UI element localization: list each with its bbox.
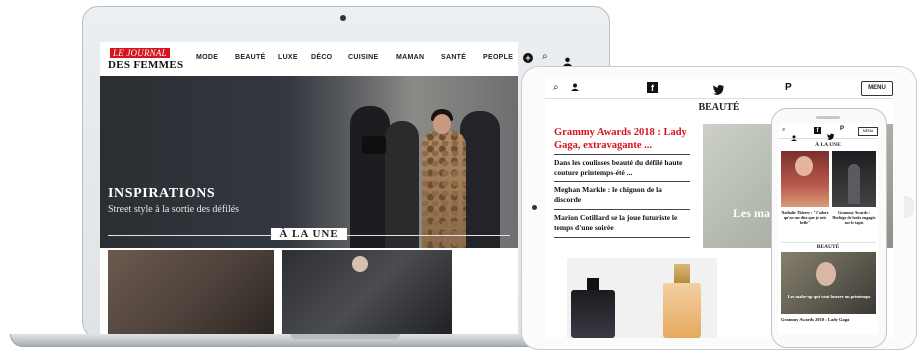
nav-beaute[interactable]: BEAUTÉ xyxy=(235,54,266,61)
phone-article-caption[interactable]: Nathalie Thierry : "J'adore qu'on me dis… xyxy=(781,210,829,225)
pinterest-icon[interactable]: P xyxy=(840,126,844,132)
perfume-bottle-cap xyxy=(674,264,690,284)
hero-photographer-silhouette xyxy=(350,106,390,248)
hero-model-face xyxy=(433,114,451,134)
article-card-image[interactable] xyxy=(108,250,274,336)
twitter-icon[interactable] xyxy=(713,82,725,95)
tablet-camera xyxy=(532,205,537,210)
phone-screen: ⌕ f P MENU À LA UNE Nathalie Thierry : "… xyxy=(778,124,878,334)
laptop-notch xyxy=(290,334,400,339)
tablet-separator xyxy=(554,181,690,182)
laptop-screen: LE JOURNAL DES FEMMES MODE BEAUTÉ LUXE D… xyxy=(100,42,518,336)
user-icon[interactable] xyxy=(563,53,572,66)
menu-button[interactable]: MENU xyxy=(861,81,893,96)
laptop-camera xyxy=(340,15,346,21)
phone-section-title: BEAUTÉ xyxy=(816,244,840,250)
search-icon[interactable]: ⌕ xyxy=(782,127,785,134)
plus-icon[interactable]: + xyxy=(523,53,533,63)
phone-beauty-caption[interactable]: Les make-up qui vont buzzer au printemps xyxy=(786,294,872,300)
phone-section-title: À LA UNE xyxy=(815,142,841,148)
search-icon[interactable]: ⌕ xyxy=(553,82,559,93)
phone-article-caption[interactable]: Grammy Awards : Herbigo de looks engagés… xyxy=(832,210,876,225)
twitter-icon[interactable] xyxy=(827,127,835,140)
menu-button[interactable]: MENU xyxy=(858,127,878,136)
phone-speaker xyxy=(816,116,840,119)
perfume-bottle xyxy=(571,290,615,338)
phone-beauty-face xyxy=(816,262,836,286)
tablet-separator xyxy=(554,237,690,238)
article-card-face xyxy=(352,256,368,272)
nav-luxe[interactable]: LUXE xyxy=(278,54,298,61)
logo-top[interactable]: LE JOURNAL xyxy=(110,48,170,58)
tablet-article-link[interactable]: Marion Cotillard se la joue futuriste le… xyxy=(554,213,690,233)
facebook-icon[interactable]: f xyxy=(814,127,821,134)
phone-article-figure xyxy=(848,164,860,204)
section-title-text: À LA UNE xyxy=(271,228,347,240)
phone-bottom-headline[interactable]: Grammy Awards 2018 : Lady Gaga xyxy=(781,317,876,322)
nav-sante[interactable]: SANTÉ xyxy=(441,54,466,61)
tablet-article-link[interactable]: Meghan Markle : le chignon de la discord… xyxy=(554,185,690,205)
tablet-headline[interactable]: Grammy Awards 2018 : Lady Gaga, extravag… xyxy=(554,126,694,152)
tablet-separator xyxy=(554,154,690,155)
user-icon[interactable] xyxy=(571,83,579,91)
phone-article-face xyxy=(795,156,813,176)
nav-people[interactable]: PEOPLE xyxy=(483,54,513,61)
logo-bottom[interactable]: DES FEMMES xyxy=(108,59,183,71)
camera-icon xyxy=(362,136,386,154)
perfume-bottle xyxy=(663,283,701,338)
hero-title[interactable]: INSPIRATIONS xyxy=(108,186,215,202)
phone-section-divider xyxy=(781,242,876,243)
hero-subtitle[interactable]: Street style à la sortie des défilés xyxy=(108,204,239,215)
tablet-separator xyxy=(554,209,690,210)
tablet-article-link[interactable]: Dans les coulisses beauté du défilé haut… xyxy=(554,158,690,178)
facebook-icon[interactable]: f xyxy=(647,82,658,93)
hero-banner[interactable]: INSPIRATIONS Street style à la sortie de… xyxy=(100,76,518,248)
pinterest-icon[interactable]: P xyxy=(785,82,792,93)
nav-cuisine[interactable]: CUISINE xyxy=(348,54,379,61)
user-icon[interactable] xyxy=(791,128,797,141)
nav-deco[interactable]: DÉCO xyxy=(311,54,332,61)
nav-mode[interactable]: MODE xyxy=(196,54,218,61)
section-title: À LA UNE xyxy=(100,228,518,240)
nav-maman[interactable]: MAMAN xyxy=(396,54,424,61)
search-icon[interactable]: ⌕ xyxy=(542,51,548,62)
